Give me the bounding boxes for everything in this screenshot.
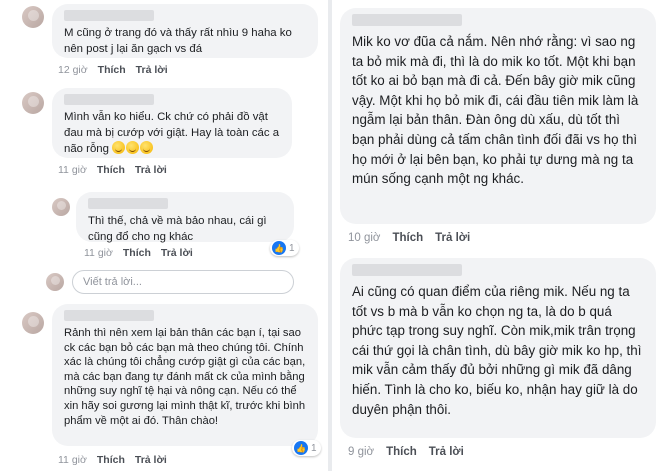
comment-time: 10 giờ (348, 232, 381, 244)
comment-bubble: Mình vẫn ko hiểu. Ck chứ có phải đồ vật … (52, 88, 292, 158)
author-name[interactable] (88, 198, 168, 209)
comment-text: M cũng ở trang đó và thấy rất nhìu 9 hah… (64, 27, 292, 55)
reaction-count[interactable]: 👍 1 (292, 440, 321, 456)
laughing-emoji-icon (112, 141, 126, 154)
right-comment-panel: Mik ko vơ đũa cả nắm. Nên nhớ rằng: vì s… (334, 0, 660, 471)
comment-text: Mik ko vơ đũa cả nắm. Nên nhớ rằng: vì s… (352, 34, 639, 187)
reply-input[interactable]: Viết trả lời... (72, 270, 294, 294)
comment-bubble: M cũng ở trang đó và thấy rất nhìu 9 hah… (52, 4, 318, 58)
author-name[interactable] (352, 14, 462, 26)
like-icon: 👍 (294, 441, 308, 455)
reaction-number: 1 (311, 442, 317, 454)
comment-bubble: Mik ko vơ đũa cả nắm. Nên nhớ rằng: vì s… (340, 8, 656, 224)
like-link[interactable]: Thích (97, 164, 125, 176)
reply-link[interactable]: Trả lời (429, 446, 464, 458)
author-name[interactable] (64, 94, 154, 105)
laughing-emoji-icon (140, 141, 154, 154)
comment-bubble: Rảnh thì nên xem lại bản thân các bạn í,… (52, 304, 318, 446)
comment-text-body: Mình vẫn ko hiểu. Ck chứ có phải đồ vật … (64, 111, 280, 155)
avatar (46, 273, 64, 291)
like-link[interactable]: Thích (97, 454, 125, 466)
like-link[interactable]: Thích (392, 232, 423, 244)
reaction-count[interactable]: 👍 1 (270, 240, 299, 256)
avatar[interactable] (22, 312, 44, 334)
author-name[interactable] (64, 10, 154, 21)
reply-link[interactable]: Trả lời (161, 247, 193, 259)
reply-placeholder: Viết trả lời... (83, 276, 142, 288)
like-icon: 👍 (272, 241, 286, 255)
comment-text: Rảnh thì nên xem lại bản thân các bạn í,… (64, 327, 306, 427)
comment-actions: 11 giờ Thích Trả lời (58, 164, 167, 176)
comment-actions: 10 giờ Thích Trả lời (348, 232, 470, 244)
comment-time: 11 giờ (58, 454, 87, 466)
comment-time: 12 giờ (58, 64, 88, 76)
like-link[interactable]: Thích (386, 446, 417, 458)
avatar[interactable] (52, 198, 70, 216)
reply-time: 11 giờ (84, 247, 113, 259)
left-comment-panel: M cũng ở trang đó và thấy rất nhìu 9 hah… (0, 0, 326, 471)
reply-bubble: Thì thế, chả về mà bảo nhau, cái gì cũng… (76, 192, 294, 243)
comment-actions: 11 giờ Thích Trả lời (58, 454, 167, 466)
reply-link[interactable]: Trả lời (136, 64, 168, 76)
comment-actions: 9 giờ Thích Trả lời (348, 446, 464, 458)
like-link[interactable]: Thích (98, 64, 126, 76)
like-link[interactable]: Thích (123, 247, 151, 259)
comment-time: 11 giờ (58, 164, 87, 176)
laughing-emoji-icon (126, 141, 140, 154)
reply-text: Thì thế, chả về mà bảo nhau, cái gì cũng… (88, 215, 267, 243)
reaction-number: 1 (289, 242, 295, 254)
reply-link[interactable]: Trả lời (135, 454, 167, 466)
comment-text: Mình vẫn ko hiểu. Ck chứ có phải đồ vật … (64, 110, 282, 158)
reply-link[interactable]: Trả lời (135, 164, 167, 176)
panel-divider (328, 0, 332, 471)
author-name[interactable] (352, 264, 462, 276)
comment-time: 9 giờ (348, 446, 375, 458)
comment-bubble: Ai cũng có quan điểm của riêng mik. Nếu … (340, 258, 656, 438)
author-name[interactable] (64, 310, 154, 321)
reply-link[interactable]: Trả lời (435, 232, 470, 244)
comment-actions: 12 giờ Thích Trả lời (58, 64, 168, 76)
reply-actions: 11 giờ Thích Trả lời (84, 247, 193, 259)
avatar[interactable] (22, 92, 44, 114)
comment-text: Ai cũng có quan điểm của riêng mik. Nếu … (352, 284, 642, 417)
avatar[interactable] (22, 6, 44, 28)
